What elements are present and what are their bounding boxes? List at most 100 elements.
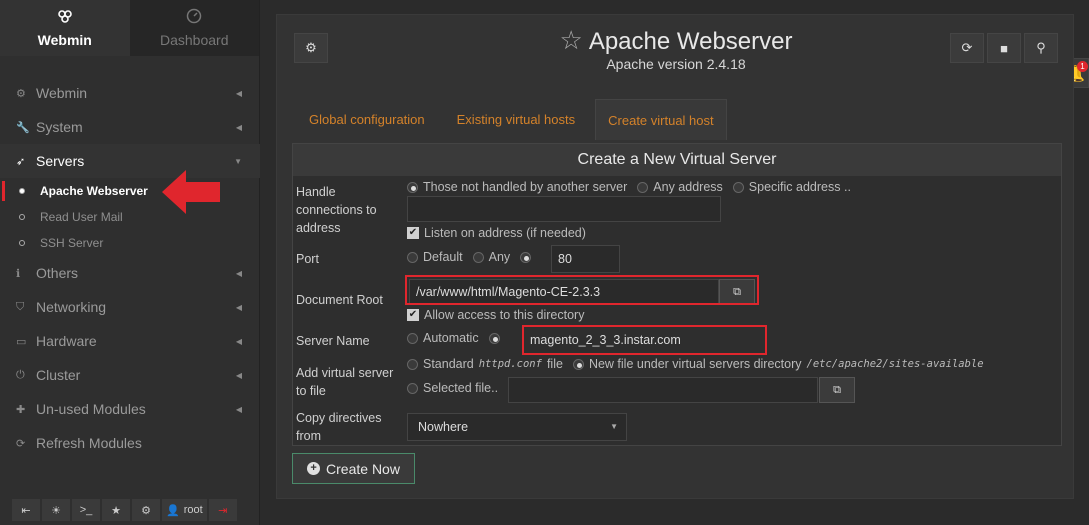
allow-access-checkbox[interactable]: ✔ Allow access to this directory (407, 308, 584, 322)
handle-connections-options: Those not handled by another server Any … (407, 180, 861, 194)
tab-webmin[interactable]: Webmin (0, 0, 130, 56)
radio-icon (472, 251, 484, 263)
gear-icon: ⚙ (16, 87, 26, 100)
sidebar-subitem-label: Apache Webserver (40, 184, 148, 198)
tab-global-configuration[interactable]: Global configuration (297, 99, 437, 140)
logout-button[interactable]: ⇥ (208, 499, 237, 521)
caret-left-icon: ◀ (235, 302, 242, 312)
create-now-button[interactable]: + Create Now (292, 453, 415, 484)
collapse-sidebar-button[interactable]: ⇤ (12, 499, 40, 521)
user-button[interactable]: 👤 root (162, 499, 207, 521)
sun-icon: ☀ (51, 504, 61, 517)
tab-dashboard[interactable]: Dashboard (129, 0, 260, 56)
sidebar-item-networking[interactable]: ⛉ Networking ◀ (0, 290, 260, 324)
sidebar-item-hardware[interactable]: ▭ Hardware ◀ (0, 324, 260, 358)
dashboard-icon (130, 8, 260, 26)
option-suffix: file (546, 357, 563, 371)
refresh-button[interactable]: ⟳ (950, 33, 984, 63)
caret-left-icon: ◀ (235, 88, 242, 98)
refresh-icon: ⟳ (961, 40, 973, 55)
copy-directives-select[interactable]: Nowhere ▼ (407, 413, 627, 441)
logout-icon: ⇥ (218, 504, 228, 517)
handle-option-not-handled[interactable]: Those not handled by another server (407, 180, 627, 194)
option-label: Any address (653, 180, 723, 194)
sidebar-subitem-ssh-server[interactable]: SSH Server (0, 230, 260, 256)
caret-left-icon: ◀ (235, 404, 242, 414)
chevron-down-icon: ▼ (610, 422, 618, 431)
select-value: Nowhere (418, 420, 469, 434)
port-option-default[interactable]: Default (407, 250, 463, 264)
option-code: httpd.conf (478, 358, 542, 370)
bullet-icon (19, 240, 25, 246)
sidebar-item-system[interactable]: 🔧 System ◀ (0, 110, 260, 144)
listen-address-checkbox[interactable]: ✔ Listen on address (if needed) (407, 226, 586, 240)
specific-address-input[interactable] (407, 196, 721, 222)
main-panel: ⚙ ☆ Apache Webserver Apache version 2.4.1… (276, 14, 1074, 499)
option-label: Specific address .. (748, 180, 851, 194)
radio-icon (407, 332, 418, 344)
handle-connections-label: Handle connections to address (296, 185, 377, 235)
stop-button[interactable]: ■ (987, 33, 1021, 63)
tab-dashboard-label: Dashboard (160, 32, 229, 48)
caret-left-icon: ◀ (235, 268, 242, 278)
sidebar: Webmin Dashboard ⚙ Webmin ◀ 🔧 System ◀ ➶… (0, 0, 260, 525)
port-input[interactable]: 80 (551, 245, 620, 273)
sidebar-item-unused-modules[interactable]: ✚ Un-used Modules ◀ (0, 392, 260, 426)
highlight-box (522, 325, 767, 355)
option-label: Automatic (423, 331, 479, 345)
server-name-label: Server Name (296, 334, 370, 348)
tab-create-virtual-host[interactable]: Create virtual host (595, 99, 727, 140)
radio-icon (407, 251, 418, 263)
add-file-option-selected[interactable]: Selected file.. (407, 381, 498, 395)
caret-left-icon: ◀ (235, 122, 242, 132)
option-label: Selected file.. (423, 381, 499, 395)
sidebar-subitem-read-user-mail[interactable]: Read User Mail (0, 204, 260, 230)
add-file-option-standard[interactable]: Standard httpd.conf file (407, 357, 563, 371)
favorites-button[interactable]: ★ (102, 499, 130, 521)
server-name-option-automatic[interactable]: Automatic (407, 331, 479, 345)
hdd-icon: ▭ (16, 335, 27, 348)
handle-option-any-address[interactable]: Any address (637, 180, 723, 194)
port-label: Port (296, 252, 319, 266)
search-button[interactable]: ⚲ (1024, 33, 1058, 63)
port-option-any[interactable]: Any (472, 250, 510, 264)
sidebar-item-label: Refresh Modules (36, 435, 142, 451)
terminal-button[interactable]: >_ (72, 499, 100, 521)
sidebar-subitem-apache-webserver[interactable]: Apache Webserver (0, 178, 260, 204)
caret-left-icon: ◀ (235, 336, 242, 346)
sidebar-item-label: Servers (36, 153, 85, 169)
active-indicator (2, 181, 5, 201)
sidebar-item-others[interactable]: ℹ Others ◀ (0, 256, 260, 290)
wrench-icon: 🔧 (16, 121, 30, 134)
sidebar-item-label: Cluster (36, 367, 81, 383)
tab-existing-virtual-hosts[interactable]: Existing virtual hosts (445, 99, 588, 140)
sidebar-item-webmin[interactable]: ⚙ Webmin ◀ (0, 76, 260, 110)
handle-option-specific-address[interactable]: Specific address .. (732, 180, 851, 194)
sidebar-item-cluster[interactable]: ⏻ Cluster ◀ (0, 358, 260, 392)
port-option-custom[interactable] (520, 251, 536, 263)
tab-webmin-label: Webmin (37, 32, 92, 48)
caret-left-icon: ◀ (235, 370, 242, 380)
theme-toggle-button[interactable]: ☀ (42, 499, 70, 521)
selected-file-chooser-button[interactable]: ⧉ (819, 377, 855, 403)
caret-down-icon: ▼ (234, 156, 242, 166)
settings-button[interactable]: ⚙ (132, 499, 160, 521)
sidebar-item-servers[interactable]: ➶ Servers ▼ (0, 144, 260, 178)
radio-icon (407, 382, 418, 394)
option-label: New file under virtual servers directory (588, 357, 802, 371)
file-chooser-icon: ⧉ (833, 383, 841, 396)
radio-icon (732, 181, 744, 193)
user-icon: 👤 (166, 504, 180, 517)
add-to-file-options: Standard httpd.conf file New file under vi… (407, 357, 999, 371)
sidebar-subitem-label: Read User Mail (40, 210, 123, 224)
plus-circle-icon: + (307, 462, 321, 475)
sidebar-item-refresh-modules[interactable]: ⟳ Refresh Modules (0, 426, 260, 460)
star-icon[interactable]: ☆ (560, 25, 583, 55)
notification-badge: 1 (1077, 61, 1088, 72)
add-file-option-new-file[interactable]: New file under virtual servers directory… (572, 357, 989, 371)
selected-file-input[interactable] (508, 377, 818, 403)
collapse-icon: ⇤ (21, 504, 31, 517)
option-code: /etc/apache2/sites-available (806, 358, 984, 370)
server-name-option-custom[interactable] (488, 332, 505, 344)
terminal-icon: >_ (79, 504, 93, 516)
